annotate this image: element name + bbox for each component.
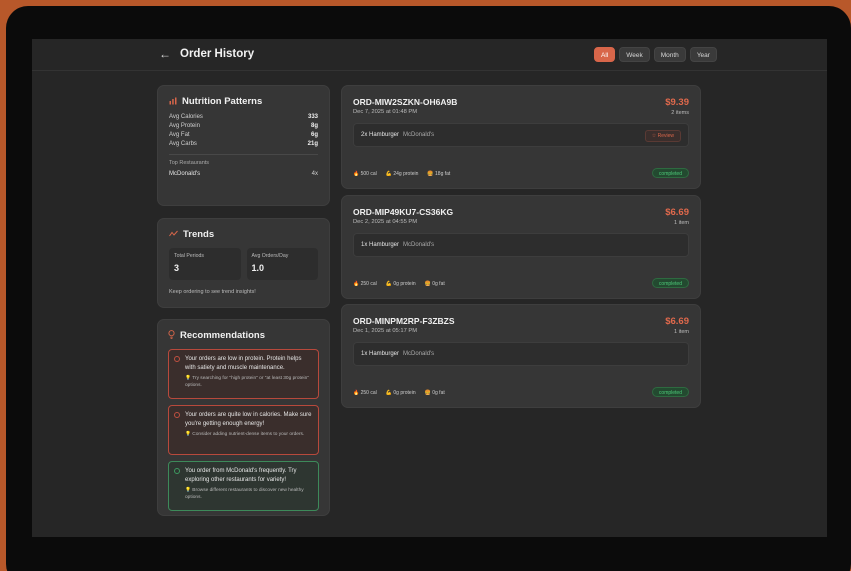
nutrition-card-title: Nutrition Patterns [169, 96, 318, 107]
status-badge: completed [651, 387, 689, 397]
warning-circle-icon [174, 412, 180, 418]
warning-circle-icon [174, 356, 180, 362]
order-item-count: 2 items [671, 110, 689, 116]
filter-month-button[interactable]: Month [653, 47, 686, 62]
back-arrow-icon[interactable]: ← [159, 47, 171, 61]
filter-week-button[interactable]: Week [619, 47, 650, 62]
order-item-count: 1 item [674, 220, 689, 226]
stat-avg-carbs: Avg Carbs 21g [169, 141, 318, 147]
status-badge: completed [651, 168, 689, 178]
review-button[interactable]: ☆ Review [644, 130, 681, 142]
protein-label: 💪 0g protein [385, 281, 416, 287]
order-item-count: 1 item [674, 329, 689, 335]
filter-all-button[interactable]: All [594, 47, 616, 62]
order-price: $6.69 [665, 316, 689, 327]
protein-label: 💪 0g protein [385, 390, 416, 396]
status-badge: completed [651, 278, 689, 288]
fat-label: 🍔 0g fat [424, 390, 445, 396]
info-circle-icon [174, 468, 180, 474]
order-id: ORD-MINPM2RP-F3ZBZS [353, 316, 455, 326]
order-item-row: 2x Hamburger McDonald's ☆ Review [353, 123, 689, 147]
app-screen: ← Order History All Week Month Year Nutr… [32, 39, 827, 537]
order-card[interactable]: ORD-MIW2SZKN-OH6A9B Dec 7, 2025 at 01:48… [341, 85, 701, 189]
divider [169, 154, 318, 155]
avg-orders-box: Avg Orders/Day 1.0 [246, 248, 318, 280]
trend-line-icon [169, 230, 178, 240]
fat-label: 🍔 18g fat [427, 171, 451, 177]
recommendations-card: Recommendations Your orders are low in p… [157, 319, 330, 516]
stat-avg-protein: Avg Protein 8g [169, 123, 318, 129]
order-macros: 🔥 500 cal 💪 24g protein 🍔 18g fat [353, 171, 450, 177]
order-price: $9.39 [665, 97, 689, 108]
calories-label: 🔥 500 cal [353, 171, 377, 177]
filter-year-button[interactable]: Year [689, 47, 717, 62]
recommendation-item: You order from McDonald's frequently. Tr… [168, 461, 319, 511]
bar-chart-icon [169, 97, 177, 107]
recommendation-item: Your orders are low in protein. Protein … [168, 349, 319, 399]
stat-avg-fat: Avg Fat 6g [169, 132, 318, 138]
calories-label: 🔥 250 cal [353, 390, 377, 396]
order-date: Dec 1, 2025 at 05:17 PM [353, 328, 418, 334]
order-price: $6.69 [665, 207, 689, 218]
protein-label: 💪 24g protein [385, 171, 419, 177]
order-item-row: 1x Hamburger McDonald's [353, 233, 689, 257]
fat-label: 🍔 0g fat [424, 281, 445, 287]
order-card[interactable]: ORD-MINPM2RP-F3ZBZS Dec 1, 2025 at 05:17… [341, 304, 701, 408]
order-date: Dec 2, 2025 at 04:55 PM [353, 219, 418, 225]
top-restaurants-label: Top Restaurants [169, 160, 210, 166]
order-item-row: 1x Hamburger McDonald's [353, 342, 689, 366]
total-periods-box: Total Periods 3 [169, 248, 241, 280]
order-id: ORD-MIW2SZKN-OH6A9B [353, 97, 458, 107]
recommendation-item: Your orders are quite low in calories. M… [168, 405, 319, 455]
order-date: Dec 7, 2025 at 01:48 PM [353, 109, 418, 115]
recommendations-card-title: Recommendations [168, 330, 319, 341]
period-filter-group: All Week Month Year [594, 47, 717, 62]
trends-card: Trends Total Periods 3 Avg Orders/Day 1.… [157, 218, 330, 308]
page-title: Order History [180, 48, 255, 60]
order-macros: 🔥 250 cal 💪 0g protein 🍔 0g fat [353, 390, 445, 396]
calories-label: 🔥 250 cal [353, 281, 377, 287]
order-macros: 🔥 250 cal 💪 0g protein 🍔 0g fat [353, 281, 445, 287]
order-id: ORD-MIP49KU7-CS36KG [353, 207, 454, 217]
lightbulb-icon [168, 330, 175, 341]
trends-card-title: Trends [169, 229, 318, 240]
order-card[interactable]: ORD-MIP49KU7-CS36KG Dec 2, 2025 at 04:55… [341, 195, 701, 299]
nutrition-patterns-card: Nutrition Patterns Avg Calories 333 Avg P… [157, 85, 330, 206]
page-header: ← Order History All Week Month Year [32, 39, 827, 71]
trends-hint: Keep ordering to see trend insights! [169, 289, 256, 295]
stat-avg-calories: Avg Calories 333 [169, 114, 318, 120]
restaurant-row: McDonald's 4x [169, 171, 318, 177]
